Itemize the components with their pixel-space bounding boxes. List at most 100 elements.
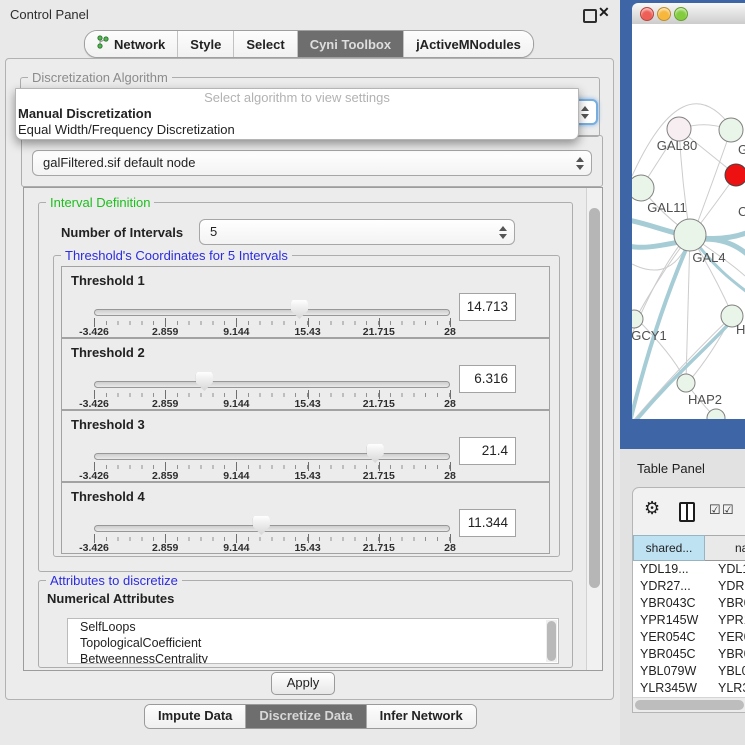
float-window-icon[interactable] — [583, 9, 597, 23]
threshold-panel-4: Threshold 4 -3.4262.8599.14415.4321.7152… — [61, 482, 550, 554]
table-hscrollbar-thumb[interactable] — [635, 700, 744, 710]
interval-definition-group: Interval Definition Number of Intervals … — [38, 202, 573, 572]
network-nodes[interactable] — [632, 117, 745, 419]
scale-tick-label: 9.144 — [223, 326, 249, 338]
attribute-list-item[interactable]: BetweennessCentrality — [68, 651, 558, 664]
minimize-traffic-light-icon[interactable] — [657, 7, 671, 21]
zoom-traffic-light-icon[interactable] — [674, 7, 688, 21]
cell-name[interactable]: YBR0 — [712, 595, 745, 612]
tab-impute-data[interactable]: Impute Data — [145, 705, 245, 728]
major-tick — [165, 462, 166, 471]
major-tick — [308, 318, 309, 327]
network-window-titlebar[interactable] — [632, 3, 745, 25]
column-header-shared-name[interactable]: shared... — [633, 535, 705, 561]
algorithm-option-manual[interactable]: Manual Discretization — [16, 106, 578, 122]
table-panel-title: Table Panel — [637, 461, 705, 476]
algorithm-option-equal-width[interactable]: Equal Width/Frequency Discretization — [16, 122, 578, 138]
tab-jactivemnodules[interactable]: jActiveMNodules — [403, 31, 533, 57]
table-row[interactable]: YDL19...YDL1 — [633, 561, 745, 578]
cell-shared-name[interactable]: YER054C — [633, 629, 712, 646]
algorithm-dropdown-hint[interactable]: Select algorithm to view settings — [16, 89, 578, 106]
numerical-attributes-list[interactable]: SelfLoopsTopologicalCoefficientBetweenne… — [67, 618, 559, 664]
major-tick — [165, 318, 166, 327]
network-node[interactable] — [677, 374, 695, 392]
column-header-name[interactable]: na — [705, 535, 745, 561]
split-columns-icon[interactable] — [679, 502, 695, 522]
cell-shared-name[interactable]: YPR145W — [633, 612, 712, 629]
table-row[interactable]: YLR345WYLR3 — [633, 680, 745, 697]
spinner-stepper-icon — [499, 220, 507, 244]
tab-jactivemnodules-label: jActiveMNodules — [416, 32, 521, 57]
cell-name[interactable]: YLR3 — [712, 680, 745, 697]
slider-track[interactable] — [94, 381, 450, 388]
slider-ticks — [94, 465, 450, 469]
table-row[interactable]: YBR045CYBR0 — [633, 646, 745, 663]
slider-thumb[interactable] — [367, 444, 384, 463]
slider-track[interactable] — [94, 453, 450, 460]
cell-name[interactable]: YDR2 — [712, 578, 745, 595]
slider-track[interactable] — [94, 309, 450, 316]
cell-name[interactable]: YPR1 — [712, 612, 745, 629]
scale-tick-label: 15.43 — [294, 542, 320, 554]
major-tick — [379, 318, 380, 327]
threshold-panel-2: Threshold 2 -3.4262.8599.14415.4321.7152… — [61, 338, 550, 410]
tab-infer-network[interactable]: Infer Network — [366, 705, 476, 728]
cell-shared-name[interactable]: YBR043C — [633, 595, 712, 612]
cell-name[interactable]: YDL1 — [712, 561, 745, 578]
number-of-intervals-spinner[interactable]: 5 — [199, 219, 515, 245]
attribute-list-item[interactable]: SelfLoops — [68, 619, 558, 635]
gear-icon[interactable]: ⚙ — [644, 499, 660, 517]
table-hscrollbar[interactable] — [633, 697, 745, 712]
tab-network[interactable]: Network — [85, 31, 177, 57]
cell-shared-name[interactable]: YDL19... — [633, 561, 712, 578]
threshold-value-field[interactable]: 6.316 — [459, 365, 516, 393]
close-traffic-light-icon[interactable] — [640, 7, 654, 21]
cell-name[interactable]: YER0 — [712, 629, 745, 646]
table-row[interactable]: YDR27...YDR2 — [633, 578, 745, 595]
network-node[interactable] — [674, 219, 706, 251]
list-scrollbar[interactable] — [546, 620, 557, 662]
tab-select[interactable]: Select — [233, 31, 296, 57]
scale-tick-label: -3.426 — [79, 542, 109, 554]
apply-button[interactable]: Apply — [271, 672, 335, 695]
table-row[interactable]: YBL079WYBL0 — [633, 663, 745, 680]
table-row[interactable]: YER054CYER0 — [633, 629, 745, 646]
cell-shared-name[interactable]: YDR27... — [633, 578, 712, 595]
cyni-toolbox-panel: Discretization Algorithm Select algorith… — [5, 58, 614, 700]
cell-shared-name[interactable]: YBL079W — [633, 663, 712, 680]
table-row[interactable]: YBR043CYBR0 — [633, 595, 745, 612]
attribute-list-item[interactable]: TopologicalCoefficient — [68, 635, 558, 651]
network-node[interactable] — [719, 118, 743, 142]
close-icon[interactable]: ✕ — [598, 4, 610, 21]
show-column-checkbox-icon[interactable]: ☑ — [722, 503, 734, 517]
tab-style[interactable]: Style — [177, 31, 233, 57]
network-node-selected[interactable] — [725, 164, 745, 186]
cell-shared-name[interactable]: YLR345W — [633, 680, 712, 697]
list-scrollbar-thumb[interactable] — [547, 621, 556, 661]
cell-shared-name[interactable]: YBR045C — [633, 646, 712, 663]
tab-cyni-toolbox[interactable]: Cyni Toolbox — [297, 31, 403, 57]
application-window: Control Panel ✕ Network Style Select Cyn… — [0, 0, 745, 745]
network-node[interactable] — [707, 409, 725, 419]
threshold-panel-3: Threshold 3 -3.4262.8599.14415.4321.7152… — [61, 410, 550, 482]
threshold-value-field[interactable]: 14.713 — [459, 293, 516, 321]
slider-thumb[interactable] — [291, 300, 308, 319]
slider-thumb[interactable] — [196, 372, 213, 391]
table-row[interactable]: YPR145WYPR1 — [633, 612, 745, 629]
threshold-value-field[interactable]: 11.344 — [459, 509, 516, 537]
table-data-combobox[interactable]: galFiltered.sif default node — [32, 150, 592, 176]
table-data-combobox-value: galFiltered.sif default node — [43, 155, 195, 170]
cell-name[interactable]: YBR0 — [712, 646, 745, 663]
slider-track[interactable] — [94, 525, 450, 532]
settings-scrollbar[interactable] — [586, 188, 602, 670]
cell-name[interactable]: YBL0 — [712, 663, 745, 680]
settings-scrollbar-thumb[interactable] — [589, 208, 600, 588]
threshold-value-field[interactable]: 21.4 — [459, 437, 516, 465]
show-column-checkbox-icon[interactable]: ☑ — [709, 503, 721, 517]
scale-tick-label: -3.426 — [79, 398, 109, 410]
network-canvas[interactable]: GAL80 GA C GAL11 GAL4 GCY1 H HAP2 — [632, 24, 745, 419]
tab-discretize-data[interactable]: Discretize Data — [245, 705, 365, 728]
major-tick — [308, 534, 309, 543]
network-node[interactable] — [632, 175, 654, 201]
slider-thumb[interactable] — [253, 516, 270, 535]
